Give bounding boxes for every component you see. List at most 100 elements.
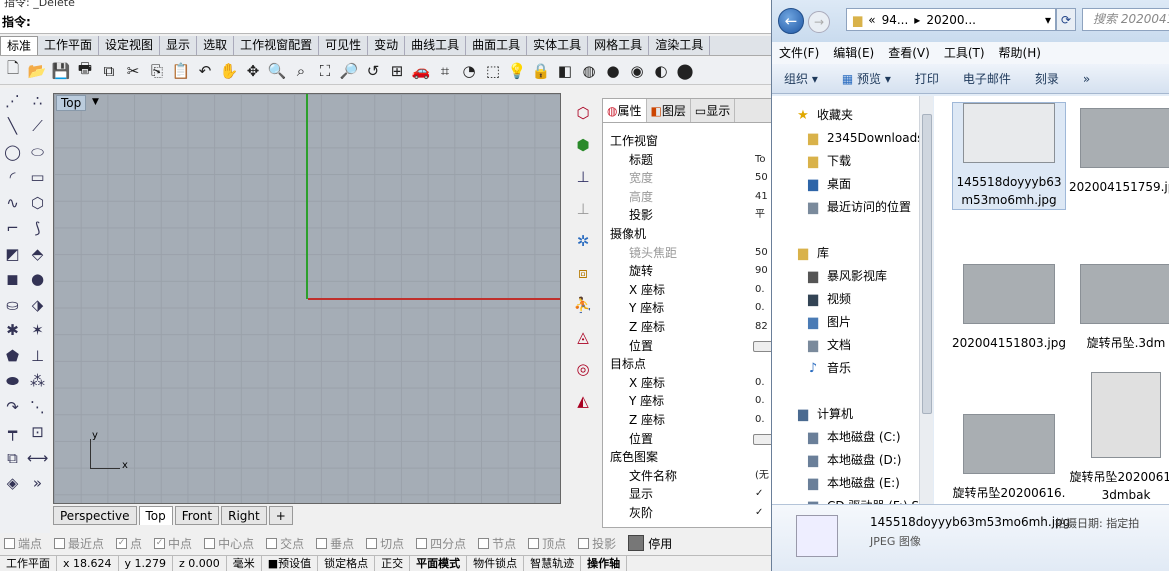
file-item[interactable]: 旋转吊坠20200616.3dm [952, 414, 1066, 504]
walk-icon[interactable]: ⛹ [574, 292, 593, 318]
back-arrow-icon[interactable]: ← [778, 8, 804, 34]
undo-view-icon[interactable]: ↺ [362, 60, 384, 82]
nav-item[interactable]: ▆ 本地磁盘 (D:) [772, 449, 919, 472]
cube-green-icon[interactable]: ⬢ [576, 132, 589, 158]
fillet-icon[interactable]: ⌐ [6, 219, 19, 237]
menu-help[interactable]: 帮助(H) [992, 42, 1048, 64]
zoom-window-icon[interactable]: ⌕ [290, 60, 312, 82]
nav-item[interactable]: ▆ 下载 [772, 150, 919, 173]
tab-set-view[interactable]: 设定视图 [99, 36, 161, 55]
path-overflow[interactable]: « [868, 13, 875, 27]
group-icon[interactable]: ⧉ [7, 449, 18, 467]
file-item[interactable]: 145518doyyyb63m53mo6mh.jpg [952, 102, 1066, 210]
tab-render-tools[interactable]: 渲染工具 [649, 36, 711, 55]
circle-select-icon[interactable]: ◔ [458, 60, 480, 82]
tab-select[interactable]: 选取 [197, 36, 235, 55]
file-item[interactable]: 202004151803.jpg [952, 264, 1066, 352]
four-viewports-icon[interactable]: ⊞ [386, 60, 408, 82]
tab-properties[interactable]: ◍属性 [603, 99, 647, 122]
status-field[interactable]: 智慧轨迹 [524, 556, 582, 571]
email-button[interactable]: 电子邮件 [951, 70, 1023, 87]
polygon-icon[interactable]: ⬡ [31, 194, 44, 212]
viewport-tab-top[interactable]: Top [138, 506, 173, 525]
tab-viewport-layout[interactable]: 工作视窗配置 [234, 36, 320, 55]
osnap-option[interactable]: 中心点 [200, 535, 254, 552]
property-value[interactable]: 0. [755, 392, 765, 410]
tab-standard[interactable]: 标准 [0, 36, 39, 55]
triangle-red-icon[interactable]: ◬ [577, 324, 589, 350]
explode-icon[interactable]: ✶ [31, 321, 44, 339]
cplane-icon[interactable]: ⊥ [576, 164, 589, 190]
property-value[interactable]: ✓ [755, 485, 763, 503]
nav-item[interactable]: ▆ 2345Downloads [772, 127, 919, 150]
property-row[interactable]: X 座标 0. [603, 374, 774, 392]
line-icon[interactable]: ╲ [8, 117, 17, 135]
viewport-tab-right[interactable]: Right [221, 506, 267, 525]
property-value[interactable]: To [755, 151, 766, 169]
property-row[interactable]: X 座标 0. [603, 281, 774, 299]
property-row[interactable]: Z 座标 82 [603, 318, 774, 336]
menu-file[interactable]: 文件(F) [772, 42, 826, 64]
tab-layers[interactable]: ◧图层 [647, 99, 691, 122]
property-value[interactable]: 90 [755, 262, 768, 280]
cube-view-icon[interactable]: ⬡ [576, 100, 589, 126]
shaded-sphere-icon[interactable]: ● [602, 60, 624, 82]
property-row[interactable]: 位置 [603, 430, 774, 448]
render-sphere-icon[interactable]: ⬤ [674, 60, 696, 82]
property-row[interactable]: 旋转 90 [603, 262, 774, 280]
nav-item[interactable]: ▆ CD 驱动器 (F:) S [772, 495, 919, 504]
menu-tools[interactable]: 工具(T) [937, 42, 992, 64]
menu-edit[interactable]: 编辑(E) [826, 42, 881, 64]
export-icon[interactable]: ⧉ [98, 60, 120, 82]
cut-icon[interactable]: ✂ [122, 60, 144, 82]
property-value[interactable]: 82 [755, 318, 768, 336]
status-field[interactable]: 锁定格点 [318, 556, 376, 571]
organize-button[interactable]: 组织 ▾ [772, 70, 830, 87]
point-icon[interactable]: ⋰ [5, 92, 20, 110]
status-field[interactable]: 操作轴 [581, 556, 628, 571]
osnap-option[interactable]: 投影 [574, 535, 616, 552]
preview-button[interactable]: ▦ 预览 ▾ [830, 70, 903, 87]
refresh-icon[interactable]: ⟳ [1056, 8, 1076, 31]
tab-display-panel[interactable]: ▭显示 [691, 99, 736, 122]
target-icon[interactable]: ◎ [576, 356, 589, 382]
car-icon[interactable]: 🚗 [410, 60, 432, 82]
zoom-icon[interactable]: 🔍 [266, 60, 288, 82]
rendered-sphere-icon[interactable]: ◉ [626, 60, 648, 82]
property-value[interactable]: 41 [755, 188, 768, 206]
gear-tool-icon[interactable]: ✱ [6, 321, 19, 339]
cylinder-icon[interactable]: ⛀ [6, 296, 19, 314]
property-row[interactable]: 投影 平 [603, 206, 774, 224]
dimension-icon[interactable]: ⟷ [27, 449, 49, 467]
osnap-option[interactable]: ✓ 中点 [150, 535, 192, 552]
array-icon[interactable]: ⊡ [31, 423, 44, 441]
forward-arrow-icon[interactable]: → [808, 11, 830, 33]
print-icon[interactable]: 🖶 [74, 59, 96, 82]
tab-cplane[interactable]: 工作平面 [38, 36, 100, 55]
scale-icon[interactable]: ⋱ [30, 398, 45, 416]
nav-scrollbar[interactable] [919, 96, 933, 504]
osnap-checkbox[interactable] [204, 537, 216, 549]
nav-item[interactable]: ▆ 桌面 [772, 173, 919, 196]
file-item[interactable]: 旋转吊坠.3dm [1069, 264, 1169, 352]
save-icon[interactable]: 💾 [50, 60, 72, 82]
dropdown-arrow-icon[interactable]: ▾ [1045, 13, 1051, 27]
property-row[interactable]: 文件名称 (无 [603, 467, 774, 485]
points-icon[interactable]: ∴ [33, 92, 43, 110]
cplane-disabled-icon[interactable]: ⊥ [576, 196, 589, 222]
search-input[interactable]: 搜索 2020041 [1082, 8, 1169, 31]
color-wheel-icon[interactable]: ◍ [578, 60, 600, 82]
tab-mesh-tools[interactable]: 网格工具 [588, 36, 650, 55]
new-file-icon[interactable]: 🗋 [2, 59, 24, 82]
property-row[interactable]: 宽度 50 [603, 169, 774, 187]
property-row[interactable]: 高度 41 [603, 188, 774, 206]
zoom-extents-icon[interactable]: ⛶ [314, 60, 336, 82]
viewport-menu-arrow-icon[interactable]: ▼ [92, 95, 99, 111]
split-icon[interactable]: ⊥ [31, 347, 44, 365]
tab-curve-tools[interactable]: 曲线工具 [405, 36, 467, 55]
osnap-checkbox[interactable]: ✓ [154, 537, 166, 549]
property-row[interactable]: 位置 [603, 337, 774, 355]
osnap-checkbox[interactable] [416, 537, 428, 549]
layer-icon[interactable]: ◧ [554, 60, 576, 82]
property-row[interactable]: 灰阶 ✓ [603, 504, 774, 522]
